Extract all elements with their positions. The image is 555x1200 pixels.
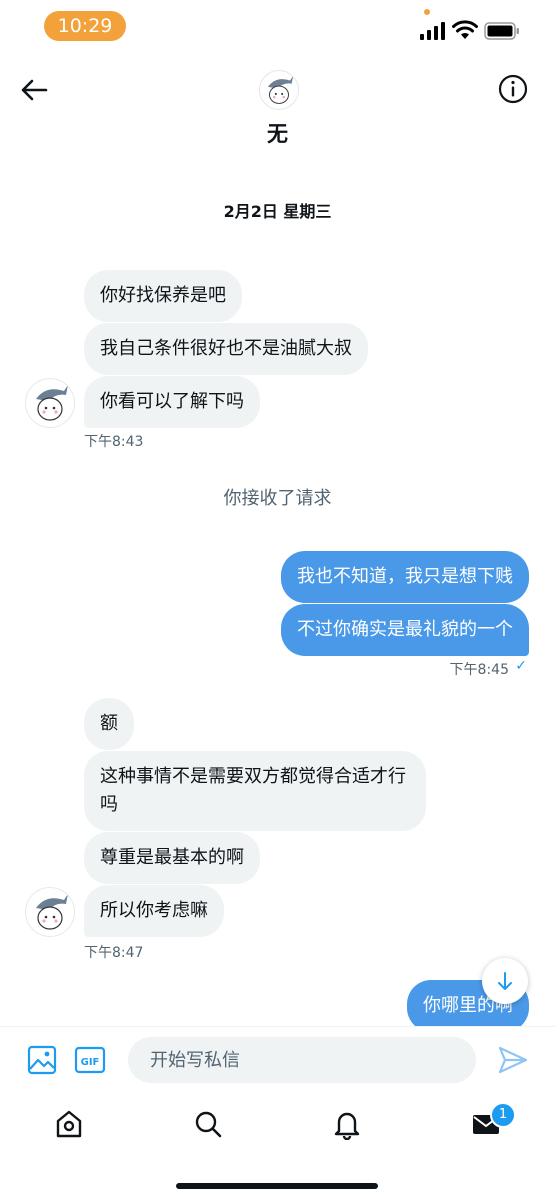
outgoing-message[interactable]: 我也不知道，我只是想下贱 [281,551,529,603]
conversation-title: 无 [267,122,288,146]
shark-avatar-icon [267,75,294,104]
incoming-message[interactable]: 这种事情不是需要双方都觉得合适才行吗 [84,751,426,831]
message-timestamp: 下午8:45 [449,662,509,678]
system-message: 你接收了请求 [223,488,332,509]
home-indicator [176,1183,378,1189]
shark-avatar-icon [36,385,68,421]
gif-button[interactable]: GIF [74,1044,106,1076]
arrow-down-icon [498,972,512,990]
battery-icon [484,22,519,40]
message-timestamp: 下午8:43 [84,434,144,450]
messages-badge: 1 [490,1102,516,1128]
sender-avatar[interactable] [25,887,75,937]
send-icon[interactable] [496,1043,530,1077]
incoming-message[interactable]: 额 [84,698,134,750]
cellular-signal-icon [420,22,445,40]
wifi-icon [452,20,478,39]
message-timestamp: 下午8:47 [84,945,144,961]
header-avatar[interactable] [259,70,299,110]
incoming-message[interactable]: 尊重是最基本的啊 [84,832,260,884]
read-receipt-icon: ✓ [515,658,527,674]
status-bar: 10:29 [0,0,555,56]
incoming-message[interactable]: 你看可以了解下吗 [84,376,260,428]
incoming-message[interactable]: 我自己条件很好也不是油腻大叔 [84,323,368,375]
incoming-message[interactable]: 所以你考虑嘛 [84,885,224,937]
message-input[interactable] [128,1037,476,1083]
home-icon[interactable] [53,1108,85,1140]
svg-text:GIF: GIF [81,1057,100,1068]
date-separator: 2月2日 星期三 [223,202,332,221]
incoming-message[interactable]: 你好找保养是吧 [84,270,242,322]
status-time: 10:29 [44,11,126,41]
shark-avatar-icon [36,894,68,930]
info-icon[interactable] [496,72,530,106]
privacy-indicator-dot [424,9,430,15]
scroll-to-bottom-button[interactable] [482,958,528,1004]
outgoing-message[interactable]: 不过你确实是最礼貌的一个 [281,604,529,656]
back-button[interactable] [16,72,52,108]
image-icon[interactable] [26,1044,58,1076]
search-icon[interactable] [192,1108,224,1140]
gif-icon: GIF [74,1046,106,1074]
compose-bar: GIF [0,1026,555,1095]
sender-avatar[interactable] [25,378,75,428]
notifications-bell-icon[interactable] [331,1108,363,1140]
